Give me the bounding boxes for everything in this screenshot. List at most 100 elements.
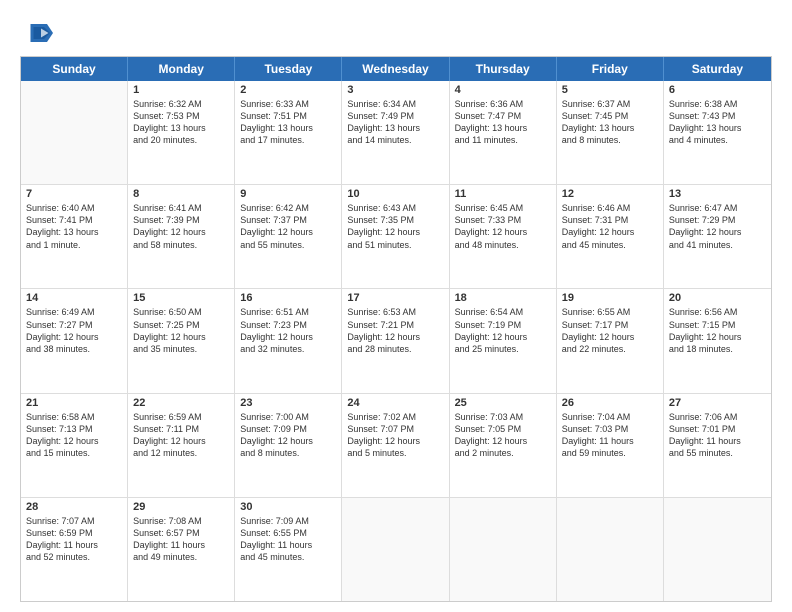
calendar-cell-empty-3 <box>342 498 449 601</box>
cell-info-line: and 11 minutes. <box>455 134 551 146</box>
cell-info-line: and 8 minutes. <box>562 134 658 146</box>
cell-info-line: and 20 minutes. <box>133 134 229 146</box>
day-number: 7 <box>26 188 122 200</box>
cell-info-line: Daylight: 12 hours <box>133 331 229 343</box>
calendar-cell-3: 3Sunrise: 6:34 AMSunset: 7:49 PMDaylight… <box>342 81 449 184</box>
cell-info-line: Daylight: 12 hours <box>133 435 229 447</box>
cell-info-line: Sunset: 7:09 PM <box>240 423 336 435</box>
day-number: 3 <box>347 84 443 96</box>
day-number: 23 <box>240 397 336 409</box>
day-number: 20 <box>669 292 766 304</box>
cell-info-line: Daylight: 13 hours <box>347 122 443 134</box>
calendar-cell-6: 6Sunrise: 6:38 AMSunset: 7:43 PMDaylight… <box>664 81 771 184</box>
calendar-cell-10: 10Sunrise: 6:43 AMSunset: 7:35 PMDayligh… <box>342 185 449 288</box>
calendar-cell-8: 8Sunrise: 6:41 AMSunset: 7:39 PMDaylight… <box>128 185 235 288</box>
day-number: 2 <box>240 84 336 96</box>
cell-info-line: Sunrise: 6:40 AM <box>26 202 122 214</box>
cell-info-line: Sunrise: 6:56 AM <box>669 306 766 318</box>
calendar-cell-empty-5 <box>557 498 664 601</box>
calendar-cell-15: 15Sunrise: 6:50 AMSunset: 7:25 PMDayligh… <box>128 289 235 392</box>
cell-info-line: Daylight: 13 hours <box>562 122 658 134</box>
calendar-cell-9: 9Sunrise: 6:42 AMSunset: 7:37 PMDaylight… <box>235 185 342 288</box>
calendar-cell-24: 24Sunrise: 7:02 AMSunset: 7:07 PMDayligh… <box>342 394 449 497</box>
cell-info-line: Sunset: 7:27 PM <box>26 319 122 331</box>
header-day-wednesday: Wednesday <box>342 57 449 81</box>
cell-info-line: Sunset: 7:41 PM <box>26 214 122 226</box>
cell-info-line: Daylight: 11 hours <box>240 539 336 551</box>
cell-info-line: Sunrise: 6:54 AM <box>455 306 551 318</box>
cell-info-line: and 5 minutes. <box>347 447 443 459</box>
cell-info-line: and 17 minutes. <box>240 134 336 146</box>
cell-info-line: Sunset: 7:23 PM <box>240 319 336 331</box>
cell-info-line: and 35 minutes. <box>133 343 229 355</box>
cell-info-line: Sunset: 7:11 PM <box>133 423 229 435</box>
cell-info-line: Sunset: 6:59 PM <box>26 527 122 539</box>
cell-info-line: and 49 minutes. <box>133 551 229 563</box>
calendar-cell-12: 12Sunrise: 6:46 AMSunset: 7:31 PMDayligh… <box>557 185 664 288</box>
day-number: 14 <box>26 292 122 304</box>
calendar-cell-21: 21Sunrise: 6:58 AMSunset: 7:13 PMDayligh… <box>21 394 128 497</box>
header <box>20 18 772 48</box>
cell-info-line: Daylight: 12 hours <box>26 331 122 343</box>
cell-info-line: Daylight: 12 hours <box>133 226 229 238</box>
cell-info-line: and 1 minute. <box>26 239 122 251</box>
calendar-cell-13: 13Sunrise: 6:47 AMSunset: 7:29 PMDayligh… <box>664 185 771 288</box>
cell-info-line: Sunrise: 7:09 AM <box>240 515 336 527</box>
calendar-week-4: 21Sunrise: 6:58 AMSunset: 7:13 PMDayligh… <box>21 394 771 498</box>
cell-info-line: Daylight: 11 hours <box>26 539 122 551</box>
cell-info-line: Sunrise: 6:42 AM <box>240 202 336 214</box>
cell-info-line: Daylight: 12 hours <box>455 331 551 343</box>
cell-info-line: Sunset: 7:15 PM <box>669 319 766 331</box>
cell-info-line: and 25 minutes. <box>455 343 551 355</box>
cell-info-line: Sunrise: 6:49 AM <box>26 306 122 318</box>
header-day-monday: Monday <box>128 57 235 81</box>
cell-info-line: Sunrise: 6:51 AM <box>240 306 336 318</box>
day-number: 10 <box>347 188 443 200</box>
cell-info-line: Sunrise: 6:41 AM <box>133 202 229 214</box>
calendar-cell-29: 29Sunrise: 7:08 AMSunset: 6:57 PMDayligh… <box>128 498 235 601</box>
day-number: 18 <box>455 292 551 304</box>
day-number: 4 <box>455 84 551 96</box>
cell-info-line: Sunset: 7:53 PM <box>133 110 229 122</box>
calendar-cell-20: 20Sunrise: 6:56 AMSunset: 7:15 PMDayligh… <box>664 289 771 392</box>
cell-info-line: Sunset: 7:47 PM <box>455 110 551 122</box>
cell-info-line: Daylight: 12 hours <box>455 226 551 238</box>
cell-info-line: and 52 minutes. <box>26 551 122 563</box>
cell-info-line: Sunrise: 7:06 AM <box>669 411 766 423</box>
day-number: 16 <box>240 292 336 304</box>
page: SundayMondayTuesdayWednesdayThursdayFrid… <box>0 0 792 612</box>
day-number: 13 <box>669 188 766 200</box>
cell-info-line: Sunrise: 7:08 AM <box>133 515 229 527</box>
calendar: SundayMondayTuesdayWednesdayThursdayFrid… <box>20 56 772 602</box>
calendar-cell-2: 2 Sunrise: 6:33 AMSunset: 7:51 PMDaylight… <box>235 81 342 184</box>
header-day-sunday: Sunday <box>21 57 128 81</box>
calendar-cell-11: 11Sunrise: 6:45 AMSunset: 7:33 PMDayligh… <box>450 185 557 288</box>
cell-info-line: Sunrise: 7:02 AM <box>347 411 443 423</box>
cell-info-line: and 38 minutes. <box>26 343 122 355</box>
logo-icon <box>23 18 53 48</box>
cell-info-line: Daylight: 13 hours <box>240 122 336 134</box>
day-number: 27 <box>669 397 766 409</box>
cell-info-line: Sunrise: 7:04 AM <box>562 411 658 423</box>
cell-info-line: Daylight: 12 hours <box>240 435 336 447</box>
calendar-cell-22: 22Sunrise: 6:59 AMSunset: 7:11 PMDayligh… <box>128 394 235 497</box>
cell-info-line: and 14 minutes. <box>347 134 443 146</box>
cell-info-line: Sunrise: 6:33 AM <box>240 98 336 110</box>
cell-info-line: Daylight: 12 hours <box>347 435 443 447</box>
cell-info-line: and 18 minutes. <box>669 343 766 355</box>
calendar-cell-23: 23 Sunrise: 7:00 AMSunset: 7:09 PMDayligh… <box>235 394 342 497</box>
calendar-body: 1Sunrise: 6:32 AMSunset: 7:53 PMDaylight… <box>21 81 771 601</box>
cell-info-line: and 15 minutes. <box>26 447 122 459</box>
cell-info-line: Sunset: 7:43 PM <box>669 110 766 122</box>
cell-info-line: Sunset: 7:21 PM <box>347 319 443 331</box>
cell-info-line: Daylight: 12 hours <box>562 226 658 238</box>
cell-info-line: Sunset: 7:51 PM <box>240 110 336 122</box>
day-number: 28 <box>26 501 122 513</box>
cell-info-line: Sunrise: 6:50 AM <box>133 306 229 318</box>
cell-info-line: Sunrise: 7:00 AM <box>240 411 336 423</box>
cell-info-line: Sunset: 7:39 PM <box>133 214 229 226</box>
calendar-cell-17: 17Sunrise: 6:53 AMSunset: 7:21 PMDayligh… <box>342 289 449 392</box>
calendar-cell-7: 7Sunrise: 6:40 AMSunset: 7:41 PMDaylight… <box>21 185 128 288</box>
cell-info-line: and 12 minutes. <box>133 447 229 459</box>
calendar-cell-27: 27Sunrise: 7:06 AMSunset: 7:01 PMDayligh… <box>664 394 771 497</box>
